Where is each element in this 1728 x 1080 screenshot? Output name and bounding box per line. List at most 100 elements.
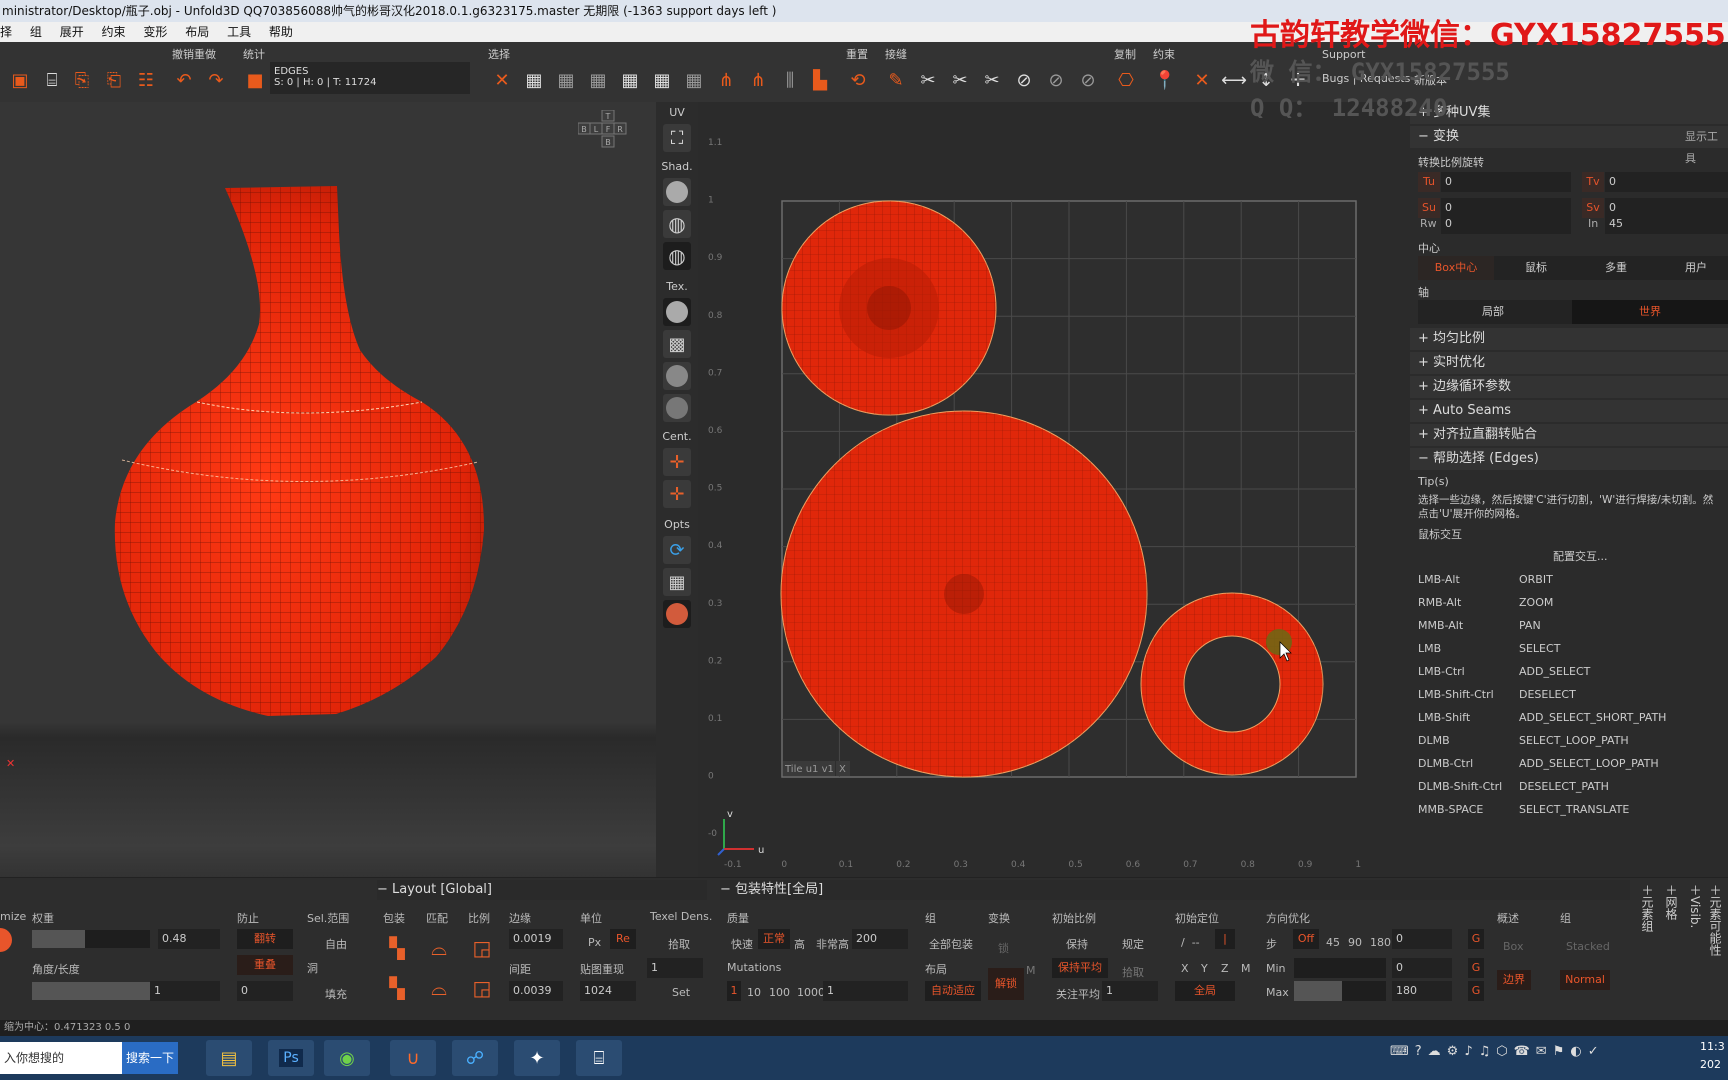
- weight-field[interactable]: 0.48: [158, 929, 220, 949]
- axis-x[interactable]: X: [1181, 962, 1189, 975]
- vertical-constrain-icon[interactable]: ↕: [1254, 68, 1278, 92]
- mutation-100[interactable]: 100: [769, 986, 790, 999]
- texture-checker-button[interactable]: ▩: [663, 330, 691, 358]
- select-island-icon[interactable]: ⋔: [714, 68, 738, 92]
- mutation-1[interactable]: 1: [727, 981, 741, 1001]
- mutation-1000[interactable]: 1000: [797, 986, 825, 999]
- g-toggle-2[interactable]: G: [1468, 958, 1484, 978]
- step-90[interactable]: 90: [1348, 936, 1362, 949]
- layout-panel-header[interactable]: − Layout [Global]: [377, 880, 707, 900]
- viewport-3d[interactable]: T B L F R B ✕: [0, 102, 656, 877]
- clear-selection-icon[interactable]: ✕: [490, 68, 514, 92]
- scale-keep[interactable]: 保持: [1066, 936, 1088, 952]
- init-pos-bar[interactable]: |: [1215, 929, 1235, 949]
- center-multi-option[interactable]: 多重: [1578, 256, 1654, 280]
- tab-visibility[interactable]: ＋Visib.: [1686, 884, 1704, 1014]
- global-button[interactable]: 全局: [1175, 981, 1235, 1001]
- step-field[interactable]: 0: [1392, 929, 1452, 949]
- section-multi-uv[interactable]: + 多种UV集: [1410, 102, 1728, 124]
- grid-toggle-icon[interactable]: ▦: [663, 568, 691, 596]
- match-icon[interactable]: ⌓: [427, 936, 451, 960]
- shading-solid-button[interactable]: [663, 178, 691, 206]
- section-auto-seams[interactable]: + Auto Seams: [1410, 400, 1728, 422]
- taskbar-search-input[interactable]: 入你想搜的: [0, 1042, 122, 1074]
- angle-slider[interactable]: [32, 982, 150, 1000]
- ratio-more-icon[interactable]: ◲: [470, 976, 494, 1000]
- min-field[interactable]: 0: [1392, 958, 1452, 978]
- pack-icon[interactable]: ▚: [385, 936, 409, 960]
- section-transform[interactable]: − 变换 显示工具: [1410, 126, 1728, 165]
- tab-element-group[interactable]: ＋元素组: [1638, 884, 1656, 1014]
- import-icon[interactable]: ⎗: [102, 68, 126, 92]
- taskbar-search-button[interactable]: 搜索一下: [122, 1042, 178, 1074]
- stacked-toggle[interactable]: Stacked: [1566, 940, 1610, 953]
- g-toggle-3[interactable]: G: [1468, 981, 1484, 1001]
- menu-constrain[interactable]: 约束: [102, 25, 126, 39]
- focus-average-field[interactable]: 1: [1102, 981, 1158, 1001]
- patches-icon[interactable]: ▙: [808, 68, 832, 92]
- tab-element-possibility[interactable]: ＋元素可能性: [1706, 884, 1724, 1014]
- center-mouse-option[interactable]: 鼠标: [1498, 256, 1574, 280]
- max-field[interactable]: 180: [1392, 981, 1452, 1001]
- texture-grey-button[interactable]: [663, 362, 691, 390]
- step-off[interactable]: Off: [1293, 929, 1319, 949]
- overlap-toggle[interactable]: 重叠: [237, 955, 293, 975]
- shading-wire-button[interactable]: ◍: [663, 210, 691, 238]
- max-slider[interactable]: [1294, 981, 1386, 1001]
- lock-button[interactable]: 锁: [998, 940, 1009, 956]
- select-flip-icon[interactable]: ⋔: [746, 68, 770, 92]
- redo-icon[interactable]: ↷: [204, 68, 228, 92]
- browser-icon[interactable]: ◉: [324, 1040, 370, 1076]
- min-slider[interactable]: [1294, 958, 1386, 978]
- keep-average-button[interactable]: 保持平均: [1052, 958, 1108, 978]
- tab-grid[interactable]: ＋网格: [1662, 884, 1680, 1014]
- configure-interaction-button[interactable]: 配置交互...: [1553, 548, 1608, 564]
- unpin-icon[interactable]: ✕: [1190, 68, 1214, 92]
- section-uniform-scale[interactable]: + 均匀比例: [1410, 328, 1728, 350]
- center-user-option[interactable]: 用户: [1658, 256, 1728, 280]
- menu-tools[interactable]: 工具: [227, 25, 251, 39]
- texel-set-button[interactable]: Set: [672, 986, 690, 999]
- menu-help[interactable]: 帮助: [269, 25, 293, 39]
- rw-field[interactable]: 0: [1441, 214, 1571, 234]
- axis-z[interactable]: Z: [1221, 962, 1229, 975]
- bugs-requests-link[interactable]: Bugs | Requests: [1322, 72, 1410, 85]
- quality-field[interactable]: 200: [852, 929, 908, 949]
- in-field[interactable]: 45: [1605, 214, 1728, 234]
- show-tools-link[interactable]: 显示工具: [1685, 126, 1728, 170]
- packing-panel-header[interactable]: − 包装特性[全局]: [720, 880, 1630, 900]
- menu-layout[interactable]: 布局: [185, 25, 209, 39]
- center-box-option[interactable]: Box中心: [1418, 256, 1494, 280]
- mutation-10[interactable]: 10: [747, 986, 761, 999]
- unfold-icon[interactable]: ⊘: [1012, 68, 1036, 92]
- menu-unfold[interactable]: 展开: [60, 25, 84, 39]
- reset-icon[interactable]: ⟲: [846, 68, 870, 92]
- texture-none-button[interactable]: [663, 298, 691, 326]
- selrange-free[interactable]: 自由: [325, 936, 347, 952]
- uv-editor[interactable]: Tile u1 v1 X v u 1.1 1 0.9 0.8 0.7 0.6 0.5 0.4 0…: [698, 102, 1408, 877]
- columns-icon[interactable]: ⫼: [778, 68, 802, 92]
- unfold-more-icon[interactable]: ⊘: [1044, 68, 1068, 92]
- copy-icon[interactable]: ⎔: [1114, 68, 1138, 92]
- section-live-optimize[interactable]: + 实时优化: [1410, 352, 1728, 374]
- unlock-button[interactable]: 解锁: [988, 968, 1024, 1000]
- shading-wireframe-button[interactable]: ◍: [663, 242, 691, 270]
- axis-y[interactable]: Y: [1201, 962, 1208, 975]
- quality-fast[interactable]: 快速: [731, 936, 753, 952]
- photoshop-icon[interactable]: Ps: [268, 1040, 314, 1076]
- scale-pick[interactable]: 拾取: [1122, 964, 1144, 980]
- overview-box[interactable]: Box: [1503, 940, 1523, 953]
- texture-ball-icon[interactable]: [663, 600, 691, 628]
- mutation-field[interactable]: 1: [823, 981, 908, 1001]
- match-more-icon[interactable]: ⌓: [427, 976, 451, 1000]
- pin-icon[interactable]: 📍: [1153, 68, 1177, 92]
- file-explorer-icon[interactable]: ▤: [206, 1040, 252, 1076]
- texture-dark-button[interactable]: [663, 394, 691, 422]
- angle-field[interactable]: 1: [150, 981, 220, 1001]
- transform-m[interactable]: M: [1026, 964, 1036, 977]
- prevent-field[interactable]: 0: [237, 981, 293, 1001]
- section-edge-loop[interactable]: + 边缘循环参数: [1410, 376, 1728, 398]
- tex-res-field[interactable]: 1: [647, 958, 703, 978]
- export-icon[interactable]: ⎘: [70, 68, 94, 92]
- quality-high[interactable]: 高: [794, 936, 805, 952]
